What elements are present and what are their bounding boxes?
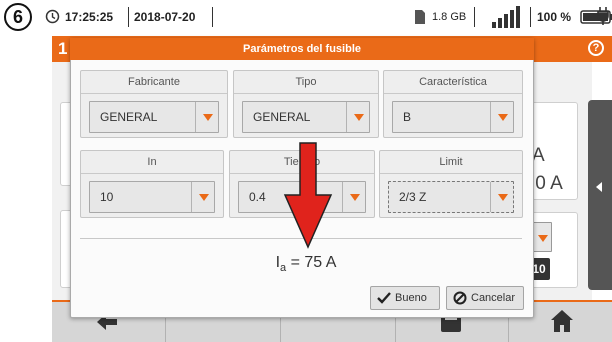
cancel-icon [453,291,467,305]
checkmark-icon [377,292,391,304]
chevron-left-icon [596,182,602,192]
cancel-button[interactable]: Cancelar [446,286,524,310]
signal-strength-icon [492,6,520,28]
rated-current-value: 10 [100,190,114,204]
limit-label: Limit [380,151,522,174]
limit-value: 2/3 Z [399,190,427,204]
screen-number: 1 [58,39,68,58]
time-value: 0.4 [249,190,266,204]
type-label: Tipo [234,71,378,94]
rated-current-select[interactable]: 10 [89,181,215,213]
battery-percent-text: 100 % [537,10,572,24]
characteristic-label: Característica [384,71,522,94]
home-icon[interactable] [550,309,574,333]
rated-current-group: In 10 [80,150,224,218]
type-value: GENERAL [253,110,311,124]
rated-current-label: In [81,151,223,174]
dialog-title: Parámetros del fusible [70,38,534,60]
dropdown-arrow-icon [346,102,369,132]
storage-free-text: 1.8 GB [432,11,467,23]
background-card-value: ,0 A [530,173,563,194]
ok-button[interactable]: Bueno [370,286,440,310]
status-bar: 17:25:25 2018-07-20 1.8 GB 100 % [40,0,612,34]
characteristic-select[interactable]: B [392,101,514,133]
manufacturer-label: Fabricante [81,71,227,94]
dropdown-arrow-icon [490,102,513,132]
dropdown-arrow-icon [342,182,365,212]
annotation-down-arrow [283,142,333,249]
manufacturer-group: Fabricante GENERAL [80,70,228,138]
cancel-button-label: Cancelar [471,292,516,304]
dropdown-arrow-icon [191,182,214,212]
type-group: Tipo GENERAL [233,70,379,138]
dropdown-arrow-icon [490,182,513,212]
help-icon[interactable]: ? [588,40,604,56]
dropdown-arrow-icon [195,102,218,132]
ok-button-label: Bueno [395,292,427,304]
status-time: 17:25:25 [65,10,114,24]
step-number-badge: 6 [4,3,32,31]
status-date: 2018-07-20 [134,10,196,24]
limit-select[interactable]: 2/3 Z [388,181,514,213]
manufacturer-value: GENERAL [100,110,158,124]
sd-card-icon [415,10,425,24]
manufacturer-select[interactable]: GENERAL [89,101,219,133]
fault-current-result: Ia = 75 A [0,254,612,274]
characteristic-group: Característica B [383,70,523,138]
limit-group: Limit 2/3 Z [379,150,523,218]
charging-plug-icon [597,7,609,25]
clock-icon [45,9,60,24]
result-value: = 75 A [286,254,337,271]
characteristic-value: B [403,110,412,124]
type-select[interactable]: GENERAL [242,101,370,133]
